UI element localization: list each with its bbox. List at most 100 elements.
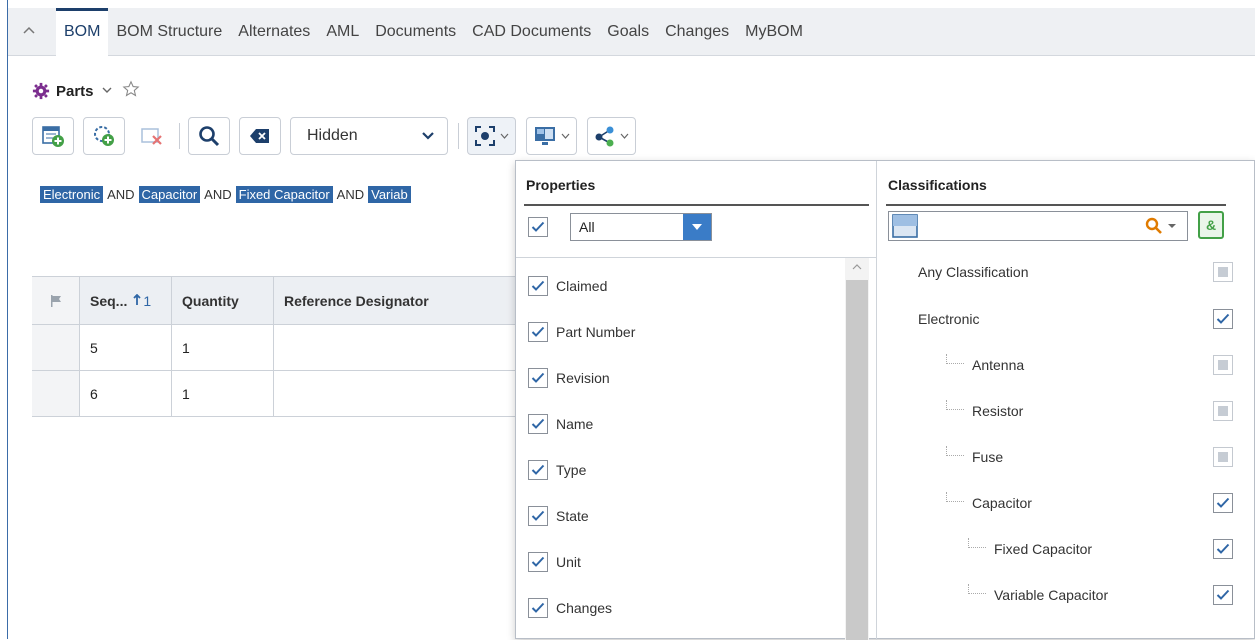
add-row-button[interactable] <box>32 117 74 155</box>
clear-search-button[interactable] <box>239 117 281 155</box>
select-all-checkbox[interactable] <box>528 217 548 237</box>
classification-filter: Electronic AND Capacitor AND Fixed Capac… <box>40 186 411 203</box>
add-existing-button[interactable] <box>83 117 125 155</box>
properties-filter-select[interactable]: All <box>570 213 712 241</box>
property-item-unit[interactable]: Unit <box>528 539 838 585</box>
property-item-revision[interactable]: Revision <box>528 355 838 401</box>
property-label: Type <box>556 462 587 478</box>
search-button[interactable] <box>188 117 230 155</box>
property-item-name[interactable]: Name <box>528 401 838 447</box>
tree-item-label: Capacitor <box>972 495 1032 511</box>
property-checkbox[interactable] <box>528 414 548 434</box>
property-item-changes[interactable]: Changes <box>528 585 838 631</box>
tree-checkbox[interactable] <box>1213 262 1233 282</box>
tree-item-capacitor[interactable]: Capacitor <box>878 480 1255 526</box>
property-item-claimed[interactable]: Claimed <box>528 263 838 309</box>
filter-operator: AND <box>107 187 135 202</box>
property-checkbox[interactable] <box>528 322 548 342</box>
tree-item-fixed-capacitor[interactable]: Fixed Capacitor <box>878 526 1255 572</box>
display-mode-select[interactable]: Hidden <box>290 117 448 155</box>
classifications-panel: Classifications & Any Classification Ele… <box>878 161 1255 640</box>
property-label: Name <box>556 416 594 432</box>
tree-checkbox[interactable] <box>1213 493 1233 513</box>
tree-item-any-classification[interactable]: Any Classification <box>878 249 1255 295</box>
tree-checkbox[interactable] <box>1213 447 1233 467</box>
tree-item-antenna[interactable]: Antenna <box>878 342 1255 388</box>
quantity-cell[interactable]: 1 <box>172 325 274 370</box>
checkmark-icon <box>531 326 545 337</box>
panel-toggle-icon[interactable] <box>891 213 919 239</box>
property-checkbox[interactable] <box>528 368 548 388</box>
flag-icon <box>50 294 61 307</box>
indeterminate-icon <box>1218 452 1228 462</box>
tree-checkbox[interactable] <box>1213 539 1233 559</box>
tree-connector <box>946 354 964 364</box>
share-icon <box>595 126 614 147</box>
tree-item-variable-capacitor[interactable]: Variable Capacitor <box>878 572 1255 618</box>
quantity-column-header[interactable]: Quantity <box>172 277 274 324</box>
collapse-icon[interactable] <box>22 23 38 39</box>
scrollbar-thumb[interactable] <box>846 280 868 640</box>
tree-item-electronic[interactable]: Electronic <box>878 296 1255 342</box>
tab-cad-documents[interactable]: CAD Documents <box>464 8 599 56</box>
scroll-up-icon[interactable] <box>845 262 869 276</box>
row-selector[interactable] <box>32 325 80 370</box>
property-item-type[interactable]: Type <box>528 447 838 493</box>
search-icon[interactable] <box>1145 217 1163 235</box>
and-operator-button[interactable]: & <box>1198 211 1224 239</box>
tree-checkbox[interactable] <box>1213 355 1233 375</box>
tab-changes[interactable]: Changes <box>657 8 737 56</box>
classifications-heading: Classifications <box>888 177 987 193</box>
property-label: Changes <box>556 600 613 616</box>
properties-filter-value: All <box>579 219 595 235</box>
filter-chip[interactable]: Capacitor <box>138 186 201 203</box>
property-checkbox[interactable] <box>528 460 548 480</box>
tab-goals[interactable]: Goals <box>599 8 657 56</box>
dropdown-arrow-icon[interactable] <box>683 214 711 240</box>
filter-chip[interactable]: Fixed Capacitor <box>235 186 333 203</box>
classification-search-input[interactable] <box>923 213 1145 239</box>
tree-checkbox[interactable] <box>1213 585 1233 605</box>
properties-list: Claimed Part Number Revision Name Type S… <box>528 263 838 640</box>
chevron-down-icon[interactable] <box>102 85 112 97</box>
tree-item-resistor[interactable]: Resistor <box>878 388 1255 434</box>
filter-chip[interactable]: Electronic <box>40 186 104 203</box>
remove-row-button[interactable] <box>134 117 170 155</box>
tab-aml[interactable]: AML <box>318 8 367 56</box>
classification-search <box>888 211 1188 241</box>
properties-scrollbar[interactable] <box>845 258 869 640</box>
tab-bom[interactable]: BOM <box>56 8 109 56</box>
tab-alternates[interactable]: Alternates <box>230 8 318 56</box>
star-icon[interactable] <box>122 79 140 103</box>
filter-chip[interactable]: Variab <box>368 186 411 203</box>
seq-column-header[interactable]: Seq... 1 <box>80 277 172 324</box>
tree-connector <box>946 400 964 410</box>
property-checkbox[interactable] <box>528 506 548 526</box>
property-checkbox[interactable] <box>528 552 548 572</box>
property-item-part-number[interactable]: Part Number <box>528 309 838 355</box>
tree-checkbox[interactable] <box>1213 401 1233 421</box>
column-chooser-button[interactable] <box>467 117 516 155</box>
gear-icon <box>32 82 50 100</box>
tree-checkbox[interactable] <box>1213 309 1233 329</box>
seq-cell[interactable]: 6 <box>80 371 172 416</box>
tab-mybom[interactable]: MyBOM <box>737 8 811 56</box>
property-checkbox[interactable] <box>528 598 548 618</box>
views-button[interactable] <box>526 117 577 155</box>
share-button[interactable] <box>587 117 636 155</box>
property-checkbox[interactable] <box>528 276 548 296</box>
property-item-state[interactable]: State <box>528 493 838 539</box>
tab-documents[interactable]: Documents <box>367 8 464 56</box>
sort-ascending-icon[interactable] <box>133 293 141 309</box>
seq-cell[interactable]: 5 <box>80 325 172 370</box>
flag-column-header[interactable] <box>32 277 80 324</box>
quantity-cell[interactable]: 1 <box>172 371 274 416</box>
indeterminate-icon <box>1218 406 1228 416</box>
display-mode-value: Hidden <box>307 127 358 144</box>
row-selector[interactable] <box>32 371 80 416</box>
tree-item-fuse[interactable]: Fuse <box>878 434 1255 480</box>
tab-bom-structure[interactable]: BOM Structure <box>108 8 230 56</box>
chevron-down-icon[interactable] <box>1167 223 1177 229</box>
tabs: BOM BOM Structure Alternates AML Documen… <box>56 8 811 56</box>
search-icon <box>199 126 220 147</box>
